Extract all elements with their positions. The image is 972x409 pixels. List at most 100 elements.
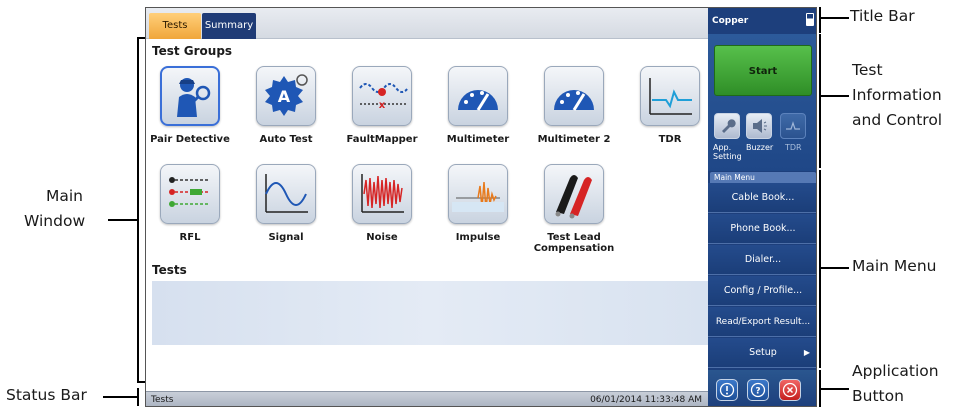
- test-group-impulse[interactable]: Impulse: [434, 164, 524, 254]
- start-button[interactable]: Start: [714, 45, 812, 96]
- main-window-leader: [108, 219, 138, 221]
- tab-summary[interactable]: Summary: [202, 13, 256, 39]
- help-icon: ?: [750, 382, 766, 398]
- test-group-label: FaultMapper: [346, 134, 418, 145]
- battery-icon: [806, 13, 814, 26]
- info-button[interactable]: [716, 379, 738, 401]
- status-bar-callout: Status Bar: [6, 386, 87, 404]
- info-icon: [719, 382, 735, 398]
- test-group-label: Auto Test: [259, 134, 313, 145]
- svg-text:x: x: [379, 100, 386, 111]
- test-group-label: Multimeter: [446, 134, 510, 145]
- app-setting-label: App. Setting: [713, 143, 742, 161]
- test-group-rfl[interactable]: RFL: [146, 164, 236, 254]
- test-group-label: TDR: [658, 134, 682, 145]
- test-group-label: Pair Detective: [150, 134, 230, 145]
- menu-item-setup-label: Setup: [749, 347, 777, 358]
- test-group-label: Test Lead Compensation: [533, 232, 615, 254]
- main-menu-leader: [819, 267, 849, 269]
- help-button[interactable]: ?: [747, 379, 769, 401]
- title-bar: Copper: [708, 8, 816, 34]
- pair-detective-icon: [160, 66, 220, 126]
- tdr-icon: [640, 66, 700, 126]
- menu-item-dialer[interactable]: Dialer...: [708, 245, 816, 275]
- tests-heading: Tests: [152, 263, 187, 277]
- control-panel: Copper Start App. Setting Buzzer TDR Mai…: [708, 8, 816, 406]
- app-button-callout-line2: Button: [852, 387, 904, 405]
- application-buttons: ?: [708, 370, 816, 406]
- multimeter-icon: [544, 66, 604, 126]
- title-text: Copper: [712, 16, 749, 26]
- impulse-icon: [448, 164, 508, 224]
- svg-text:?: ?: [755, 387, 760, 397]
- test-group-signal[interactable]: Signal: [242, 164, 332, 254]
- close-button[interactable]: [779, 379, 801, 401]
- test-group-noise[interactable]: Noise: [338, 164, 428, 254]
- test-group-tdr[interactable]: TDR: [626, 66, 716, 156]
- svg-text:A: A: [278, 87, 291, 106]
- buzzer-button[interactable]: [746, 113, 772, 139]
- speaker-icon: [753, 119, 767, 133]
- tests-list: [152, 281, 708, 345]
- test-info-leader: [819, 95, 849, 97]
- test-groups-heading: Test Groups: [152, 44, 233, 58]
- auto-test-icon: A: [256, 66, 316, 126]
- test-group-test-lead-compensation[interactable]: Test Lead Compensation: [530, 164, 620, 254]
- tdr-icon: [786, 121, 800, 130]
- faultmapper-icon: x: [352, 66, 412, 126]
- app-button-leader: [819, 388, 849, 390]
- test-group-label: RFL: [179, 232, 201, 243]
- test-info-callout-line2: Information: [852, 86, 942, 104]
- test-group-label: Impulse: [455, 232, 501, 243]
- menu-item-cable-book[interactable]: Cable Book...: [708, 183, 816, 213]
- main-menu-callout: Main Menu: [852, 257, 937, 275]
- status-bar: Tests 06/01/2014 11:33:48 AM: [146, 391, 708, 406]
- triangle-right-icon: ▶: [803, 348, 810, 357]
- test-leads-icon: [544, 164, 604, 224]
- test-group-label: Noise: [366, 232, 398, 243]
- test-group-auto-test[interactable]: A Auto Test: [242, 66, 332, 156]
- status-datetime: 06/01/2014 11:33:48 AM: [590, 395, 702, 405]
- title-bar-leader: [819, 17, 849, 19]
- main-menu-bracket: [819, 170, 821, 368]
- test-info-callout-line1: Test: [852, 61, 883, 79]
- main-menu-header: Main Menu: [710, 172, 816, 183]
- test-group-multimeter-2[interactable]: Multimeter 2: [530, 66, 620, 156]
- main-window-callout-line2: Window: [24, 212, 86, 230]
- close-icon: [782, 382, 798, 398]
- app-button-callout-line1: Application: [852, 362, 939, 380]
- main-window-bracket: [137, 37, 139, 382]
- tdr-label: TDR: [785, 143, 802, 152]
- title-bar-bracket: [819, 7, 821, 33]
- device-screen: Tests Summary Test Groups Pair Detective: [145, 7, 817, 407]
- menu-item-config-profile[interactable]: Config / Profile...: [708, 276, 816, 306]
- test-group-multimeter[interactable]: Multimeter: [434, 66, 524, 156]
- tdr-button[interactable]: [780, 113, 806, 139]
- menu-item-setup[interactable]: Setup ▶: [708, 338, 816, 368]
- bracket-tick: [137, 381, 145, 383]
- test-group-label: Multimeter 2: [537, 134, 611, 145]
- app-setting-button[interactable]: [714, 113, 740, 139]
- tab-tests[interactable]: Tests: [149, 13, 201, 39]
- test-group-pair-detective[interactable]: Pair Detective: [146, 66, 236, 156]
- buzzer-label: Buzzer: [746, 143, 774, 152]
- tab-bar: Tests Summary: [146, 8, 708, 39]
- noise-icon: [352, 164, 412, 224]
- wrench-icon: [722, 119, 736, 133]
- test-group-faultmapper[interactable]: x FaultMapper: [338, 66, 428, 156]
- title-bar-callout: Title Bar: [850, 7, 915, 25]
- signal-icon: [256, 164, 316, 224]
- test-group-label: Signal: [268, 232, 304, 243]
- test-information-and-control: Start App. Setting Buzzer TDR: [708, 34, 816, 171]
- test-info-callout-line3: and Control: [852, 111, 943, 129]
- main-window: Tests Summary Test Groups Pair Detective: [146, 8, 708, 406]
- bracket-tick: [137, 37, 145, 39]
- status-text: Tests: [151, 395, 174, 405]
- menu-item-read-export-result[interactable]: Read/Export Result...: [708, 307, 816, 337]
- rfl-icon: [160, 164, 220, 224]
- main-window-callout-line1: Main: [46, 187, 84, 205]
- status-bar-leader: [103, 396, 138, 398]
- multimeter-icon: [448, 66, 508, 126]
- menu-item-phone-book[interactable]: Phone Book...: [708, 214, 816, 244]
- test-info-bracket: [819, 34, 821, 168]
